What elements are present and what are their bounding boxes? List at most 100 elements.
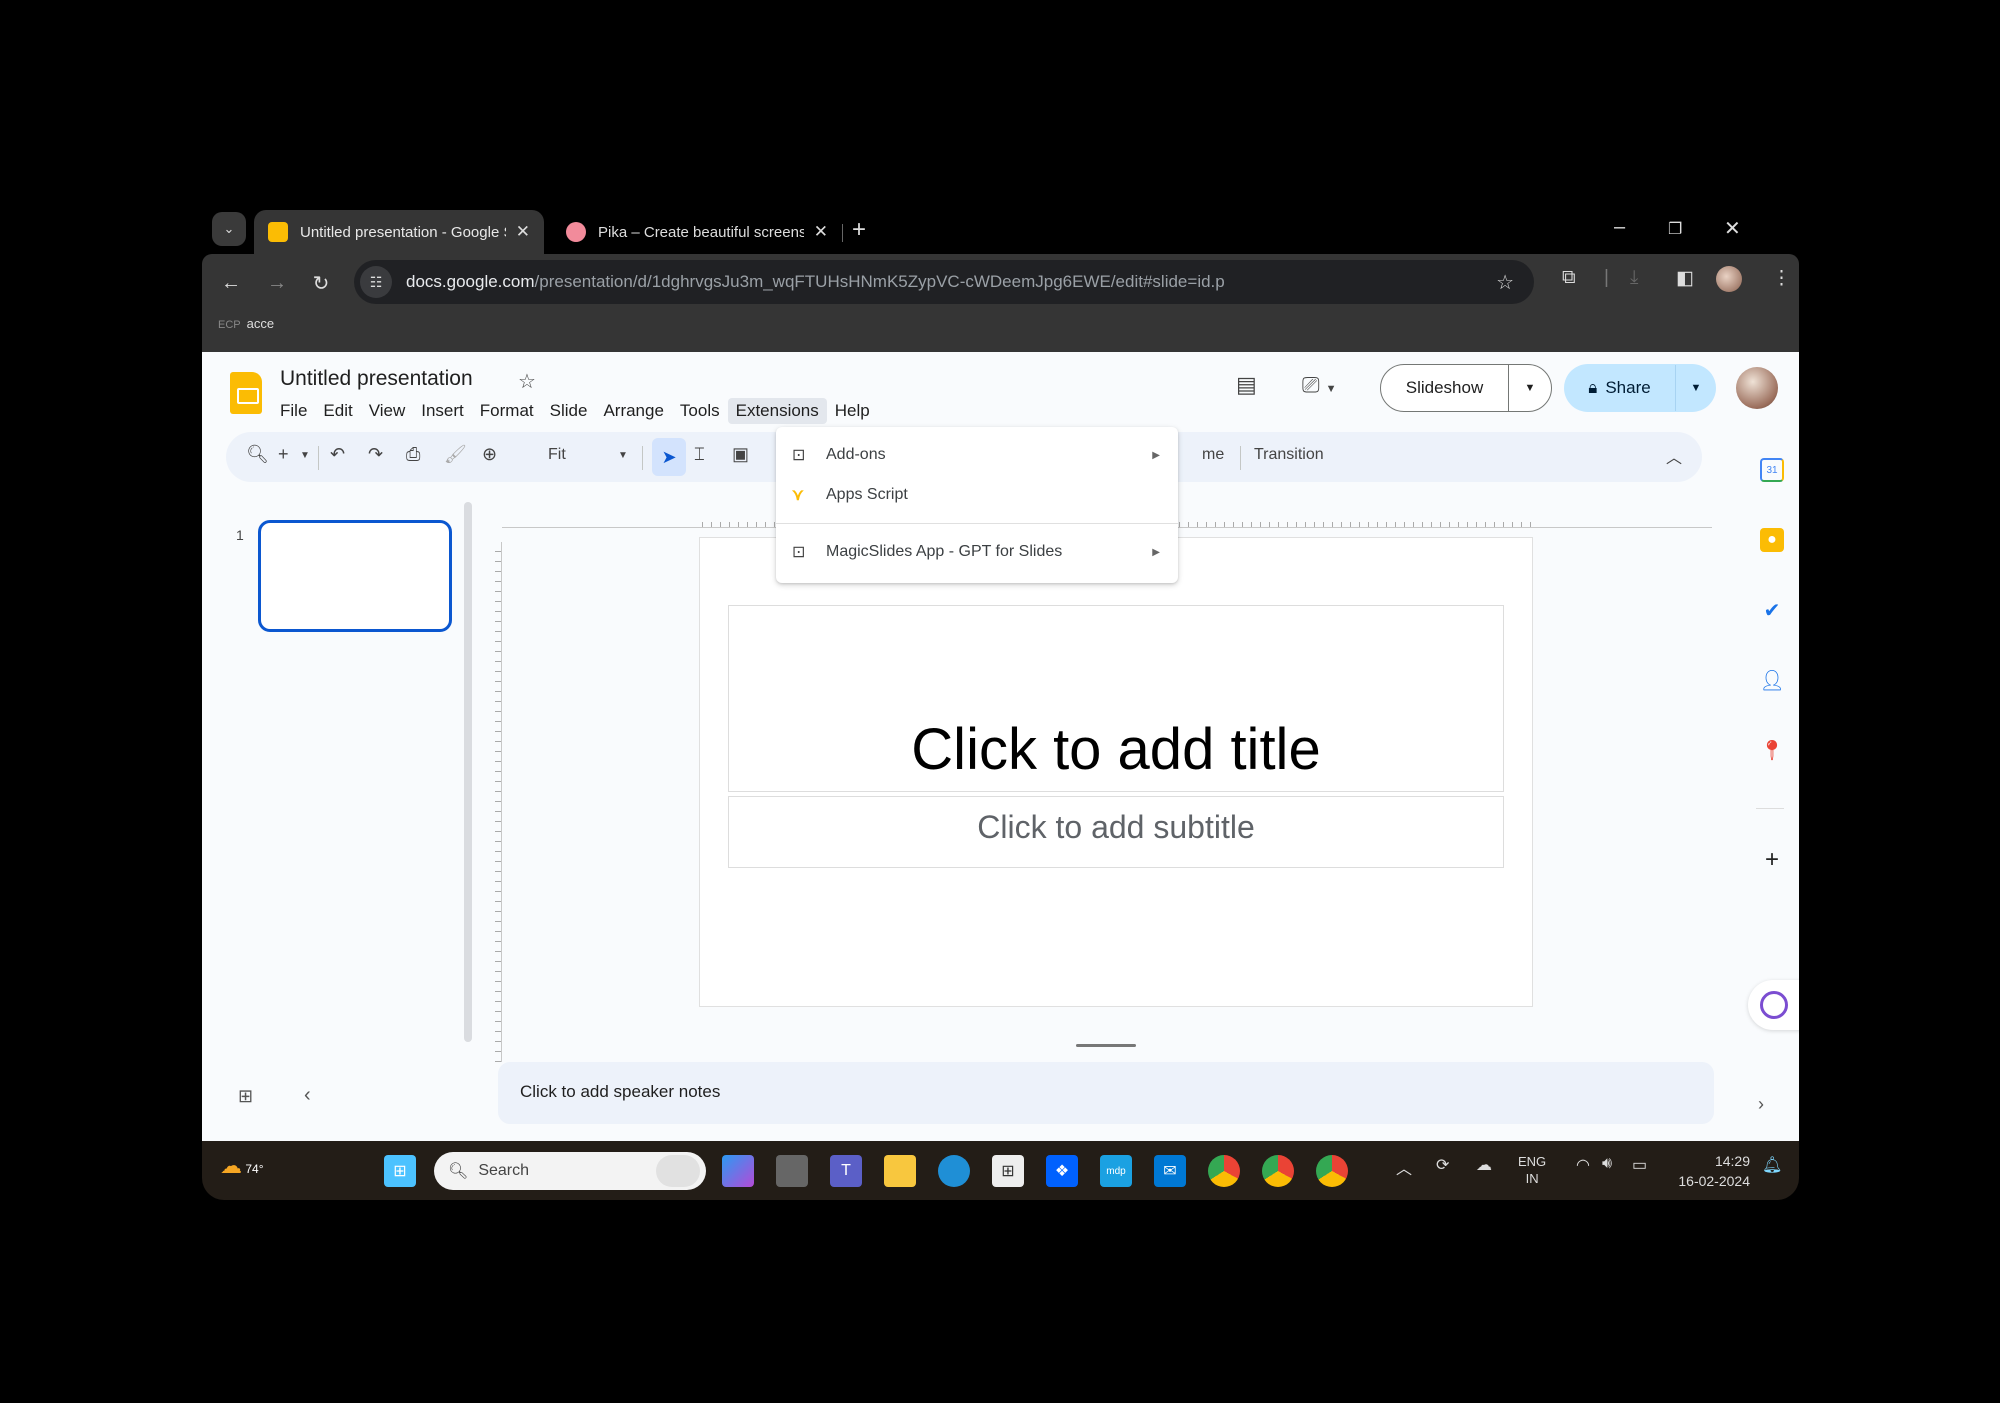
copilot-pro-icon[interactable] bbox=[722, 1155, 754, 1187]
onedrive-icon[interactable]: ☁ bbox=[1476, 1155, 1492, 1175]
close-tab-icon[interactable]: ✕ bbox=[814, 222, 828, 242]
undo-icon[interactable]: ↶ bbox=[330, 444, 345, 465]
magicslides-assistant-button[interactable] bbox=[1748, 980, 1799, 1030]
print-icon[interactable]: ⎙ bbox=[406, 444, 420, 465]
extensions-icon[interactable]: ⧉ bbox=[1562, 267, 1576, 289]
dropbox-icon[interactable]: ❖ bbox=[1046, 1155, 1078, 1187]
search-menus-icon[interactable]: 🔍︎ bbox=[246, 444, 269, 465]
download-icon[interactable]: ⤓ bbox=[1630, 267, 1638, 289]
forward-button[interactable]: → bbox=[260, 266, 294, 300]
speaker-notes[interactable]: Click to add speaker notes bbox=[498, 1062, 1714, 1124]
grid-view-icon[interactable]: ⊞ bbox=[238, 1086, 253, 1107]
new-slide-icon[interactable]: + bbox=[278, 444, 289, 465]
start-button[interactable]: ⊞ bbox=[384, 1155, 416, 1187]
share-dropdown-icon[interactable]: ▼ bbox=[1676, 382, 1716, 394]
zoom-select[interactable]: Fit bbox=[548, 446, 566, 464]
text-box-icon[interactable]: ⌶ bbox=[694, 444, 705, 465]
show-hidden-icons[interactable]: ︿ bbox=[1396, 1155, 1412, 1179]
side-panel-icon[interactable]: ◧ bbox=[1676, 267, 1694, 290]
title-placeholder[interactable]: Click to add title bbox=[728, 605, 1504, 792]
weather-widget[interactable]: ☁ 74° bbox=[220, 1153, 264, 1179]
tab-search-button[interactable]: ⌄ bbox=[212, 212, 246, 246]
paint-format-icon[interactable]: 🖌︎ bbox=[444, 444, 467, 465]
restore-button[interactable]: ❐ bbox=[1668, 219, 1682, 239]
menu-slide[interactable]: Slide bbox=[542, 398, 596, 424]
new-tab-button[interactable]: + bbox=[852, 216, 866, 244]
slideshow-button[interactable]: Slideshow ▼ bbox=[1380, 364, 1552, 412]
meet-icon[interactable]: ⎚ ▼ bbox=[1302, 372, 1337, 398]
address-bar[interactable]: ☷ docs.google.com/presentation/d/1dghrvg… bbox=[354, 260, 1534, 304]
zoom-dropdown-icon[interactable]: ▼ bbox=[618, 450, 628, 461]
select-tool-icon[interactable]: ➤ bbox=[652, 438, 686, 476]
menu-edit[interactable]: Edit bbox=[315, 398, 360, 424]
tasks-icon[interactable]: ✔ bbox=[1760, 598, 1784, 622]
clock[interactable]: 14:29 16-02-2024 bbox=[1670, 1151, 1750, 1191]
menu-item-magicslides[interactable]: ⊡ MagicSlides App - GPT for Slides ▶ bbox=[776, 532, 1178, 572]
transition-button[interactable]: Transition bbox=[1254, 446, 1324, 464]
chevron-left-icon[interactable]: ‹ bbox=[304, 1084, 311, 1107]
mdp-app-icon[interactable]: mdp bbox=[1100, 1155, 1132, 1187]
mail-icon[interactable]: ✉ bbox=[1154, 1155, 1186, 1187]
more-menu-icon[interactable]: ⋮ bbox=[1772, 267, 1791, 290]
minimize-button[interactable]: – bbox=[1614, 216, 1625, 239]
menu-extensions[interactable]: Extensions bbox=[727, 398, 827, 424]
menu-arrange[interactable]: Arrange bbox=[595, 398, 671, 424]
add-icon[interactable]: + bbox=[1760, 846, 1784, 873]
collapse-toolbar-icon[interactable]: ︿ bbox=[1666, 444, 1682, 468]
profile-avatar[interactable] bbox=[1716, 266, 1742, 292]
sync-icon[interactable]: ⟳ bbox=[1436, 1155, 1449, 1175]
back-button[interactable]: ← bbox=[214, 266, 248, 300]
star-icon[interactable]: ☆ bbox=[518, 369, 536, 394]
close-tab-icon[interactable]: ✕ bbox=[516, 222, 530, 242]
url-text[interactable]: docs.google.com/presentation/d/1dghrvgsJ… bbox=[406, 272, 1225, 292]
calendar-icon[interactable]: 31 bbox=[1760, 458, 1784, 482]
new-slide-dropdown-icon[interactable]: ▼ bbox=[300, 450, 310, 461]
menu-help[interactable]: Help bbox=[827, 398, 878, 424]
image-icon[interactable]: ▣ bbox=[732, 444, 749, 465]
slide-thumbnail[interactable] bbox=[258, 520, 452, 632]
notes-resize-handle[interactable] bbox=[1076, 1044, 1136, 1047]
menu-item-add-ons[interactable]: ⊡ Add-ons ▶ bbox=[776, 435, 1178, 475]
share-button[interactable]: 🔒︎ Share ▼ bbox=[1564, 364, 1716, 412]
filmstrip-scrollbar[interactable] bbox=[464, 502, 472, 1042]
battery-icon[interactable]: ▭ bbox=[1632, 1155, 1647, 1175]
notification-bell-icon[interactable]: 🔔︎ bbox=[1762, 1155, 1782, 1175]
chrome-icon[interactable] bbox=[1316, 1155, 1348, 1187]
teams-icon[interactable]: T bbox=[830, 1155, 862, 1187]
menu-format[interactable]: Format bbox=[472, 398, 542, 424]
task-view-icon[interactable] bbox=[776, 1155, 808, 1187]
tab-pika[interactable]: Pika – Create beautiful screenshots ✕ bbox=[552, 210, 842, 254]
edge-icon[interactable] bbox=[938, 1155, 970, 1187]
wifi-icon[interactable]: ◠ bbox=[1576, 1155, 1590, 1175]
tab-slides[interactable]: Untitled presentation - Google Slides ✕ bbox=[254, 210, 544, 254]
comments-icon[interactable]: ▤ bbox=[1236, 372, 1257, 398]
keep-icon[interactable]: ● bbox=[1760, 528, 1784, 552]
zoom-icon[interactable]: ⊕ bbox=[482, 444, 497, 465]
chrome-icon[interactable] bbox=[1262, 1155, 1294, 1187]
menu-tools[interactable]: Tools bbox=[672, 398, 728, 424]
contacts-icon[interactable]: 👤︎ bbox=[1759, 668, 1784, 692]
menu-item-apps-script[interactable]: ⋎ Apps Script bbox=[776, 475, 1178, 515]
slides-logo-icon[interactable] bbox=[230, 372, 262, 414]
chevron-right-icon[interactable]: › bbox=[1758, 1094, 1764, 1115]
volume-icon[interactable]: 🔊︎ bbox=[1602, 1155, 1612, 1173]
menu-view[interactable]: View bbox=[361, 398, 414, 424]
document-title[interactable]: Untitled presentation bbox=[280, 367, 473, 391]
file-explorer-icon[interactable] bbox=[884, 1155, 916, 1187]
subtitle-placeholder[interactable]: Click to add subtitle bbox=[728, 796, 1504, 868]
chrome-icon[interactable] bbox=[1208, 1155, 1240, 1187]
taskbar-search[interactable]: 🔍︎ Search bbox=[434, 1152, 706, 1190]
redo-icon[interactable]: ↷ bbox=[368, 444, 383, 465]
close-window-button[interactable]: ✕ bbox=[1724, 216, 1741, 241]
menu-file[interactable]: File bbox=[272, 398, 315, 424]
slideshow-dropdown-icon[interactable]: ▼ bbox=[1509, 382, 1551, 394]
language-indicator[interactable]: ENG IN bbox=[1518, 1153, 1546, 1187]
reload-button[interactable]: ↻ bbox=[304, 266, 338, 300]
slide-canvas[interactable]: Click to add title Click to add subtitle bbox=[699, 537, 1533, 1007]
bookmark-star-icon[interactable]: ☆ bbox=[1496, 270, 1514, 295]
bookmark-item[interactable]: ECP acce bbox=[218, 316, 274, 331]
site-info-icon[interactable]: ☷ bbox=[360, 266, 392, 298]
maps-icon[interactable]: 📍︎ bbox=[1759, 738, 1784, 762]
theme-button[interactable]: me bbox=[1202, 446, 1224, 464]
store-icon[interactable]: ⊞ bbox=[992, 1155, 1024, 1187]
